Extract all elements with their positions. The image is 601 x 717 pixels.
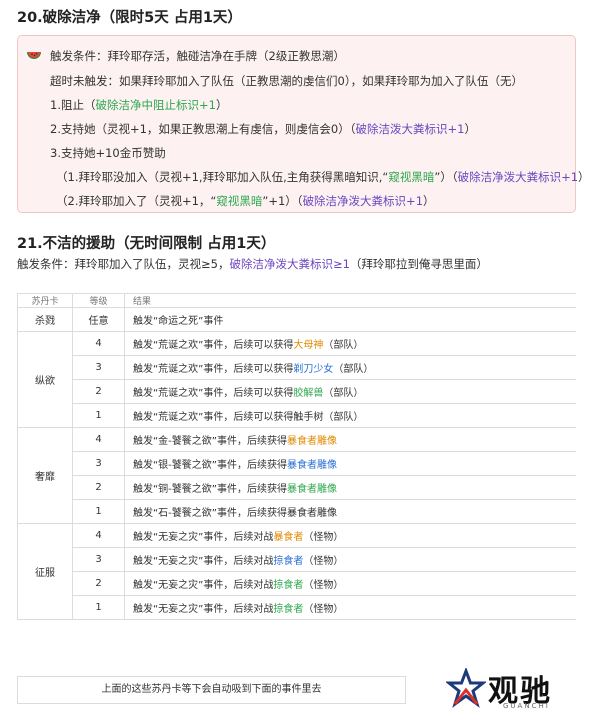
- table-row: 3 触发“荒诞之欢”事件，后续可以获得剃刀少女（部队）: [18, 355, 576, 380]
- level-cell: 1: [72, 499, 125, 524]
- table-row: 奢靡 4 触发“金-饕餮之欲”事件，后续获得暴食者雕像: [17, 427, 576, 524]
- category-cell: 纵欲: [17, 331, 73, 428]
- result-cell: 触发“铜-饕餮之欲”事件，后续获得暴食者雕像: [124, 475, 576, 500]
- section-21-trigger-tag: 破除洁净泼大粪标识≥1: [229, 257, 350, 271]
- table-row: 2 触发“铜-饕餮之欲”事件，后续获得暴食者雕像: [18, 475, 576, 500]
- table-row: 1 触发“石-饕餮之欲”事件，后续获得暴食者雕像: [18, 499, 576, 524]
- level-cell: 1: [72, 595, 125, 620]
- result-cell: 触发“无妄之灾”事件，后续对战掠食者（怪物）: [124, 595, 576, 620]
- table-row: 2 触发“无妄之灾”事件，后续对战掠食者（怪物）: [18, 571, 576, 596]
- level-cell: 3: [72, 451, 125, 476]
- level-cell: 任意: [72, 307, 125, 332]
- category-cell: 杀戮: [17, 307, 73, 332]
- table-footer-note: 上面的这些苏丹卡等下会自动吸到下面的事件里去: [17, 676, 406, 704]
- category-cell: 奢靡: [17, 427, 73, 524]
- watermelon-icon: [27, 52, 41, 59]
- header-level: 等级: [72, 293, 125, 308]
- result-cell: 触发“银-饕餮之欲”事件，后续获得暴食者雕像: [124, 451, 576, 476]
- section-21-trigger: 触发条件：拜玲耶加入了队伍，灵视≥5，破除洁净泼大粪标识≥1（拜玲耶拉到俺寻思里…: [17, 257, 488, 271]
- table-row: 3 触发“无妄之灾”事件，后续对战掠食者（怪物）: [18, 547, 576, 572]
- logo-subtext: GUANCHI: [503, 702, 550, 710]
- option-2-tag: 破除洁泼大粪标识+1: [355, 122, 465, 136]
- level-cell: 3: [72, 355, 125, 380]
- result-cell: 触发“荒诞之欢”事件，后续可以获得触手树（部队）: [124, 403, 576, 428]
- option-1: 1.阻止（破除洁净中阻止标识+1）: [50, 98, 228, 112]
- header-card: 苏丹卡: [17, 293, 73, 308]
- result-cell: 触发“荒诞之欢”事件，后续可以获得胶解兽（部队）: [124, 379, 576, 404]
- option-3: 3.支持她+10金币赞助: [50, 146, 166, 160]
- star-logo-icon: [446, 668, 486, 708]
- option-2: 2.支持她（灵视+1，如果正教思潮上有虔信，则虔信会0）（破除洁泼大粪标识+1）: [50, 122, 476, 136]
- level-cell: 3: [72, 547, 125, 572]
- table-row: 1 触发“无妄之灾”事件，后续对战掠食者（怪物）: [18, 595, 576, 620]
- result-cell: 触发“无妄之灾”事件，后续对战暴食者（怪物）: [124, 523, 576, 548]
- option-3-sub-1: （1.拜玲耶没加入（灵视+1,拜玲耶加入队伍,主角获得黑暗知识,“窥视黑暗”）（…: [56, 170, 590, 184]
- result-cell: 触发“命运之死”事件: [124, 307, 576, 332]
- guanchi-logo: 观驰 GUANCHI: [446, 664, 596, 714]
- level-cell: 2: [72, 475, 125, 500]
- level-cell: 2: [72, 379, 125, 404]
- section-20-title: 20.破除洁净（限时5天 占用1天）: [17, 10, 242, 26]
- result-cell: 触发“荒诞之欢”事件，后续可以获得大母神（部队）: [124, 331, 576, 356]
- header-result: 结果: [124, 293, 576, 308]
- sultan-card-table: 苏丹卡 等级 结果 杀戮 任意 触发“命运之死”事件 纵欲 4 触发“荒诞之欢”…: [17, 293, 576, 683]
- section-20-callout: 触发条件：拜玲耶存活，触碰洁净在手牌（2级正教思潮） 超时未触发：如果拜玲耶加入…: [17, 35, 590, 213]
- result-cell: 触发“荒诞之欢”事件，后续可以获得剃刀少女（部队）: [124, 355, 576, 380]
- category-cell: 征服: [17, 523, 73, 620]
- table-row: 3 触发“银-饕餮之欲”事件，后续获得暴食者雕像: [18, 451, 576, 476]
- result-cell: 触发“无妄之灾”事件，后续对战掠食者（怪物）: [124, 571, 576, 596]
- trigger-condition: 触发条件：拜玲耶存活，触碰洁净在手牌（2级正教思潮）: [50, 49, 345, 63]
- table-row: 1 触发“荒诞之欢”事件，后续可以获得触手树（部队）: [18, 403, 576, 428]
- timeout-condition: 超时未触发：如果拜玲耶加入了队伍（正教思潮的虔信们0），如果拜玲耶为加入了队伍（…: [50, 74, 524, 88]
- level-cell: 4: [72, 427, 125, 452]
- option-1-tag: 破除洁净中阻止标识+1: [95, 98, 216, 112]
- table-row: 征服 4 触发“无妄之灾”事件，后续对战暴食者（怪物）: [17, 523, 576, 620]
- option-3-sub-2: （2.拜玲耶加入了（灵视+1，“窥视黑暗”+1）（破除洁净泼大粪标识+1）: [56, 194, 435, 208]
- result-cell: 触发“石-饕餮之欲”事件，后续获得暴食者雕像: [124, 499, 576, 524]
- section-21-title: 21.不洁的援助（无时间限制 占用1天）: [17, 236, 276, 252]
- table-header: 苏丹卡 等级 结果: [17, 293, 576, 308]
- table-row: 2 触发“荒诞之欢”事件，后续可以获得胶解兽（部队）: [18, 379, 576, 404]
- level-cell: 1: [72, 403, 125, 428]
- level-cell: 4: [72, 331, 125, 356]
- result-cell: 触发“无妄之灾”事件，后续对战掠食者（怪物）: [124, 547, 576, 572]
- level-cell: 2: [72, 571, 125, 596]
- table-row: 杀戮 任意 触发“命运之死”事件: [17, 307, 576, 332]
- result-cell: 触发“金-饕餮之欲”事件，后续获得暴食者雕像: [124, 427, 576, 452]
- table-row: 纵欲 4 触发“荒诞之欢”事件，后续可以获得大母神（部队）: [17, 331, 576, 428]
- level-cell: 4: [72, 523, 125, 548]
